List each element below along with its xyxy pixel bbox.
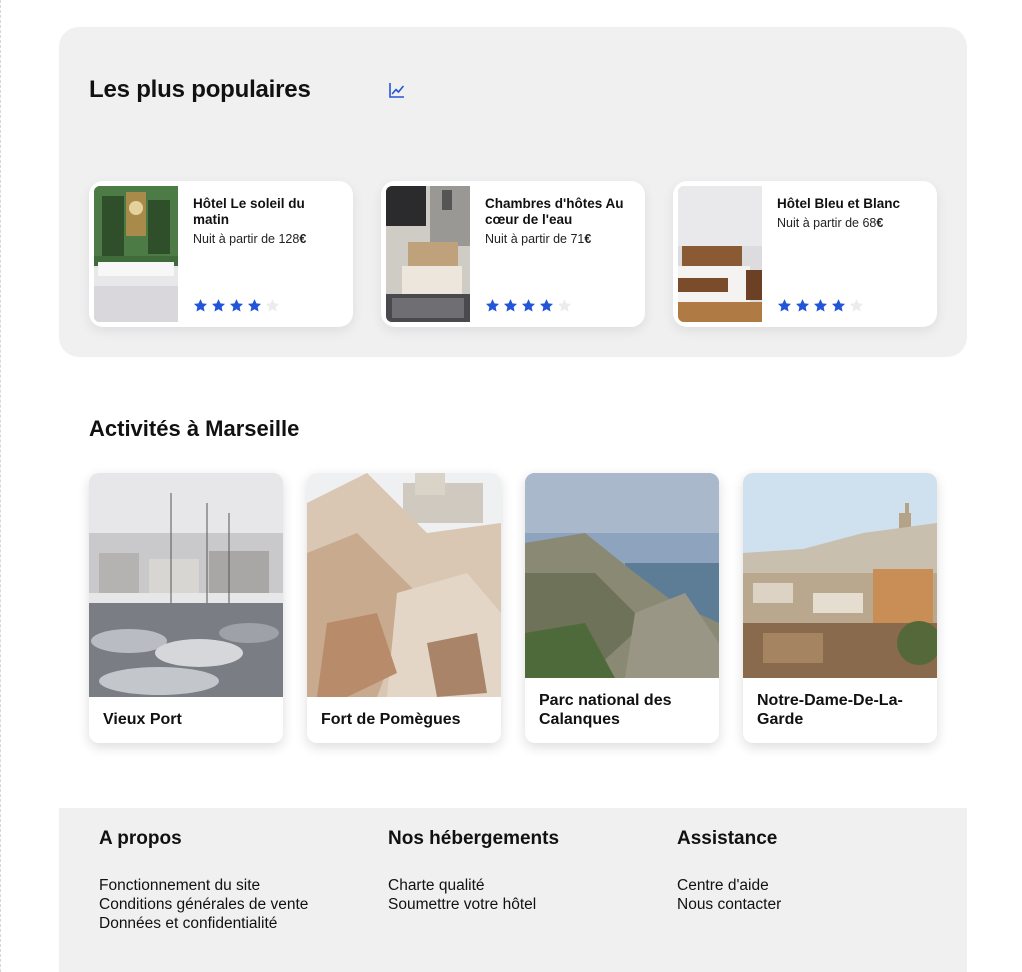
- hotel-price: Nuit à partir de 68€: [777, 216, 884, 230]
- activity-photo: [525, 473, 719, 678]
- activity-label: Vieux Port: [103, 711, 182, 728]
- star-filled-icon: [831, 299, 846, 312]
- hotel-photo: [678, 186, 762, 322]
- hotel-name: Hôtel Le soleil du matin: [193, 196, 305, 227]
- star-filled-icon: [193, 299, 208, 312]
- footer-column-about: A propos Fonctionnement du site Conditio…: [99, 828, 308, 933]
- star-rating: [485, 298, 572, 313]
- footer-link[interactable]: Soumettre votre hôtel: [388, 895, 559, 914]
- star-filled-icon: [211, 299, 226, 312]
- footer-heading: A propos: [99, 828, 182, 849]
- star-empty-icon: [557, 299, 572, 312]
- hotel-price: Nuit à partir de 128€: [193, 232, 307, 246]
- page-edge-divider: [0, 0, 1, 972]
- footer-link[interactable]: Conditions générales de vente: [99, 895, 308, 914]
- star-filled-icon: [485, 299, 500, 312]
- footer-column-assistance: Assistance Centre d'aide Nous contacter: [677, 828, 781, 914]
- star-filled-icon: [229, 299, 244, 312]
- footer-link[interactable]: Centre d'aide: [677, 876, 781, 895]
- activity-photo: [89, 473, 283, 697]
- footer-column-accommodations: Nos hébergements Charte qualité Soumettr…: [388, 828, 559, 914]
- activity-label: Fort de Pomègues: [321, 711, 461, 728]
- footer-link[interactable]: Fonctionnement du site: [99, 876, 308, 895]
- footer-link[interactable]: Nous contacter: [677, 895, 781, 914]
- trend-chart-icon[interactable]: [388, 81, 406, 99]
- star-rating: [777, 298, 864, 313]
- footer: A propos Fonctionnement du site Conditio…: [59, 808, 967, 972]
- hotel-photo: [94, 186, 178, 322]
- footer-heading: Assistance: [677, 828, 778, 849]
- hotel-name: Hôtel Bleu et Blanc: [777, 196, 901, 211]
- hotel-card[interactable]: Chambres d'hôtes Au cœur de l'eau Nuit à…: [381, 181, 645, 327]
- activity-photo: [743, 473, 937, 678]
- activities-title: Activités à Marseille: [89, 416, 300, 441]
- hotel-card[interactable]: Hôtel Le soleil du matin Nuit à partir d…: [89, 181, 353, 327]
- popular-section: Les plus populaires Hôtel Le soleil du m…: [59, 27, 967, 357]
- hotel-price: Nuit à partir de 71€: [485, 232, 592, 246]
- activity-photo: [307, 473, 501, 697]
- activity-card[interactable]: Parc national des Calanques: [525, 473, 719, 743]
- star-rating: [193, 298, 280, 313]
- star-filled-icon: [795, 299, 810, 312]
- popular-title: Les plus populaires: [89, 76, 311, 103]
- star-filled-icon: [777, 299, 792, 312]
- hotel-photo: [386, 186, 470, 322]
- activity-card[interactable]: Vieux Port: [89, 473, 283, 743]
- star-filled-icon: [247, 299, 262, 312]
- star-empty-icon: [265, 299, 280, 312]
- star-filled-icon: [521, 299, 536, 312]
- activity-card[interactable]: Fort de Pomègues: [307, 473, 501, 743]
- activity-label: Parc national des Calanques: [539, 692, 672, 728]
- footer-link[interactable]: Données et confidentialité: [99, 914, 308, 933]
- footer-heading: Nos hébergements: [388, 828, 560, 849]
- star-filled-icon: [813, 299, 828, 312]
- activity-card[interactable]: Notre-Dame-De-La-Garde: [743, 473, 937, 743]
- star-filled-icon: [539, 299, 554, 312]
- hotel-name: Chambres d'hôtes Au cœur de l'eau: [485, 196, 624, 227]
- hotel-card[interactable]: Hôtel Bleu et Blanc Nuit à partir de 68€: [673, 181, 937, 327]
- activity-label: Notre-Dame-De-La-Garde: [757, 692, 903, 728]
- star-empty-icon: [849, 299, 864, 312]
- star-filled-icon: [503, 299, 518, 312]
- footer-link[interactable]: Charte qualité: [388, 876, 559, 895]
